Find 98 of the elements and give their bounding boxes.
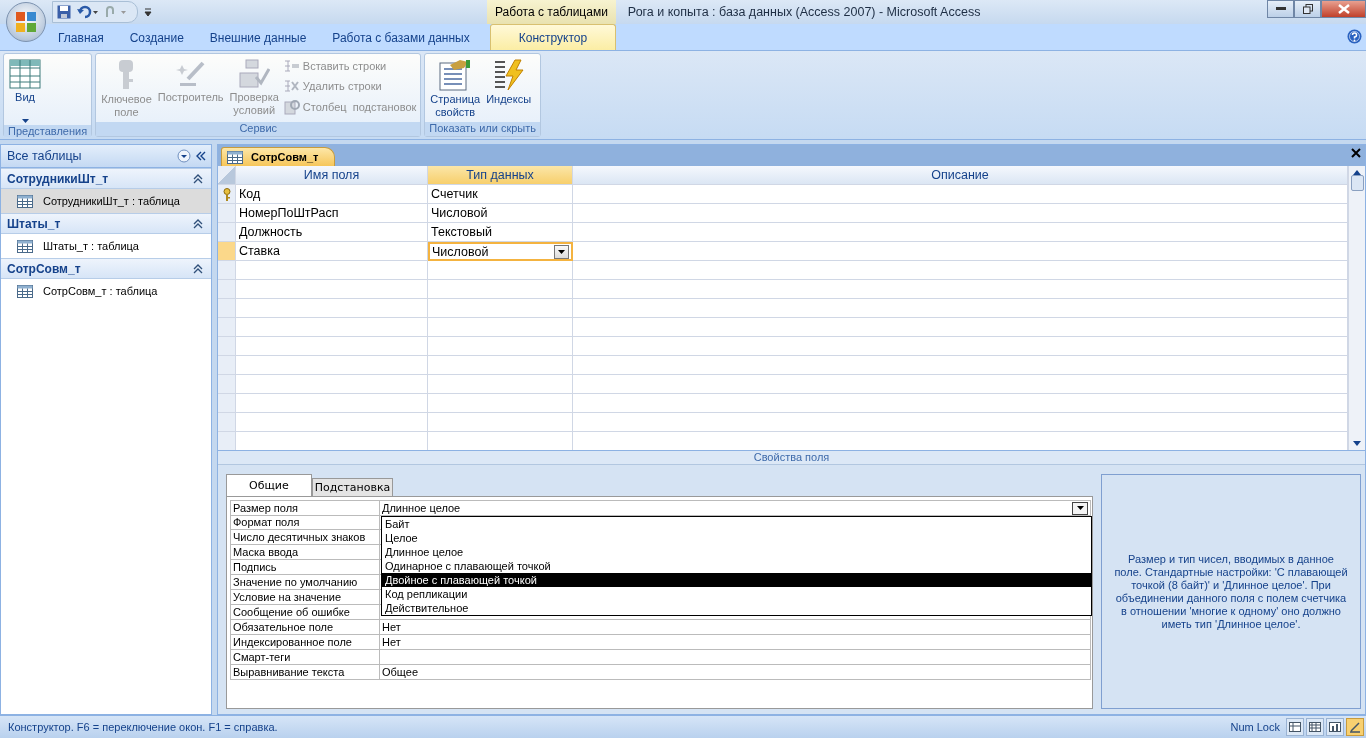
- property-label: Значение по умолчанию: [230, 575, 380, 590]
- nav-item[interactable]: СотрудникиШт_т : таблица: [1, 189, 211, 213]
- ribbon-tab[interactable]: Создание: [117, 25, 196, 50]
- collapse-icon[interactable]: [193, 218, 203, 229]
- table-cell: Ставка: [236, 242, 428, 261]
- redo-icon: [105, 5, 127, 19]
- customize-icon[interactable]: [144, 7, 152, 17]
- datasheet-view-icon[interactable]: [1286, 718, 1304, 736]
- property-sheet-icon: [438, 59, 473, 91]
- ribbon-tab[interactable]: Внешние данные: [197, 25, 319, 50]
- dropdown-option[interactable]: Длинное целое: [382, 545, 1091, 559]
- help-text: Размер и тип чисел, вводимых в данное поле. Стандартные настройки: 'С плавающей точкой (8 байт)' и 'Длинное целое'. При объединении данного поля с полем счетчика в отношении 'многие к одному' оно должно иметь тип 'Длинное целое'.: [1114, 552, 1348, 631]
- ribbon-tab[interactable]: Главная: [46, 25, 116, 50]
- row-selector[interactable]: [218, 185, 236, 204]
- property-tab[interactable]: Подстановка: [311, 478, 394, 496]
- table-icon: [17, 284, 33, 298]
- table-cell: Числовой: [428, 204, 573, 223]
- dropdown-option[interactable]: Код репликации: [382, 587, 1091, 601]
- property-value[interactable]: Общее: [380, 665, 1091, 680]
- minimize-icon: [1275, 7, 1286, 11]
- group-label: Показать или скрыть: [425, 122, 541, 136]
- status-text: Конструктор. F6 = переключение окон. F1 = справка.: [8, 721, 279, 733]
- property-label: Сообщение об ошибке: [230, 605, 380, 620]
- design-view-icon[interactable]: [1346, 718, 1364, 736]
- table-icon: [17, 239, 33, 253]
- collapse-icon[interactable]: [193, 263, 203, 274]
- close-icon: [1337, 4, 1350, 14]
- dropdown-option[interactable]: Двойное с плавающей точкой: [382, 573, 1091, 587]
- office-button[interactable]: [6, 2, 46, 42]
- column-header[interactable]: Описание: [573, 166, 1348, 185]
- key-icon: [222, 187, 231, 201]
- property-label: Размер поля: [230, 500, 380, 516]
- table-cell: НомерПоШтРасп: [236, 204, 428, 223]
- column-header[interactable]: Имя поля: [236, 166, 428, 185]
- property-label: Подпись: [230, 560, 380, 575]
- close-icon[interactable]: [1351, 148, 1361, 158]
- scroll-thumb[interactable]: [1350, 175, 1364, 191]
- collapse-pane-icon[interactable]: [195, 151, 207, 161]
- help-icon[interactable]: [1347, 29, 1362, 44]
- table-cell: Должность: [236, 223, 428, 242]
- property-label: Условие на значение: [230, 590, 380, 605]
- pane-title: Все таблицы: [7, 149, 83, 163]
- save-icon[interactable]: [57, 5, 71, 19]
- ribbon-button[interactable]: Индексы: [483, 57, 535, 121]
- restore-icon: [1302, 4, 1313, 14]
- status-indicator: Num Lock: [1230, 721, 1280, 733]
- table-icon: [9, 59, 41, 89]
- property-label: Формат поля: [230, 515, 380, 530]
- property-tab[interactable]: Общие: [226, 474, 312, 496]
- ribbon-tab[interactable]: Работа с базами данных: [320, 25, 482, 50]
- property-label: Число десятичных знаков: [230, 530, 380, 545]
- ribbon-tab[interactable]: Конструктор: [489, 24, 617, 50]
- type-dropdown[interactable]: Числовой: [428, 242, 573, 261]
- document-tab[interactable]: СотрСовм_т: [221, 147, 336, 166]
- checklist-icon: [238, 59, 271, 89]
- dropdown-option[interactable]: Байт: [382, 517, 1091, 531]
- dropdown-option[interactable]: Действительное: [382, 601, 1091, 615]
- property-label: Смарт-теги: [230, 650, 380, 665]
- pivot-table-icon[interactable]: [1306, 718, 1324, 736]
- collapse-icon[interactable]: [193, 173, 203, 184]
- group-label: Представления: [4, 125, 92, 137]
- context-tab-label: Работа с таблицами: [487, 0, 616, 24]
- property-label: Индексированное поле: [230, 635, 380, 650]
- table-icon: [17, 194, 33, 208]
- dropdown-option[interactable]: Одинарное с плавающей точкой: [382, 559, 1091, 573]
- column-header[interactable]: Тип данных: [428, 166, 573, 185]
- lightning-icon: [492, 59, 525, 91]
- group-label: Сервис: [96, 122, 421, 136]
- insert-rows-icon: [283, 59, 300, 73]
- minimize-button[interactable]: [1267, 0, 1294, 18]
- ribbon-button[interactable]: Вид: [6, 57, 44, 125]
- property-dropdown[interactable]: Длинное целое: [380, 500, 1091, 516]
- scroll-down-icon[interactable]: [1353, 441, 1361, 446]
- dropdown-icon[interactable]: [177, 149, 191, 163]
- caret-icon[interactable]: [1076, 506, 1084, 510]
- wand-icon: [175, 59, 206, 89]
- close-button[interactable]: [1321, 0, 1366, 18]
- table-cell: Код: [236, 185, 428, 204]
- property-label: Маска ввода: [230, 545, 380, 560]
- property-value[interactable]: Нет: [380, 635, 1091, 650]
- dropdown-option[interactable]: Целое: [382, 531, 1091, 545]
- table-cell: Счетчик: [428, 185, 573, 204]
- caret-icon: [21, 119, 29, 123]
- property-value[interactable]: Нет: [380, 620, 1091, 635]
- caret-icon[interactable]: [558, 249, 565, 254]
- section-title: Свойства поля: [218, 450, 1365, 465]
- table-icon: [227, 150, 243, 164]
- undo-icon[interactable]: [77, 5, 99, 19]
- ribbon-button[interactable]: Страница свойств: [427, 57, 484, 121]
- window-title: Рога и копыта : база данных (Access 2007) - Microsoft Access: [627, 5, 981, 19]
- table-cell: Текстовый: [428, 223, 573, 242]
- delete-rows-icon: [283, 79, 300, 93]
- lookup-icon: [283, 99, 300, 115]
- pivot-chart-icon[interactable]: [1326, 718, 1344, 736]
- property-label: Выравнивание текста: [230, 665, 380, 680]
- office-logo: [15, 11, 37, 33]
- property-label: Обязательное поле: [230, 620, 380, 635]
- restore-button[interactable]: [1294, 0, 1321, 18]
